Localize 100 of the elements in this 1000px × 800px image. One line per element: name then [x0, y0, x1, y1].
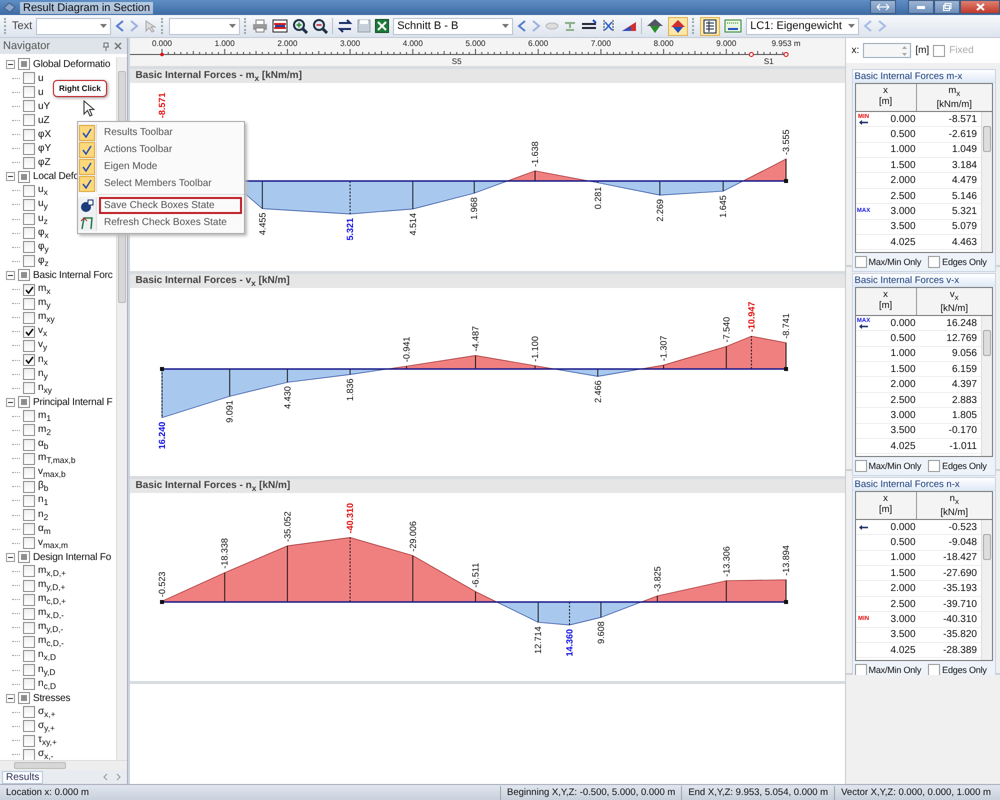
checkbox[interactable]	[928, 664, 940, 676]
checkbox[interactable]	[23, 72, 35, 84]
tree-item[interactable]: Basic Internal Forc	[33, 270, 113, 281]
menu-item[interactable]: Select Members Toolbar	[99, 175, 242, 192]
collapse-icon[interactable]	[6, 552, 15, 562]
graphic-icon[interactable]	[272, 19, 288, 33]
checkbox[interactable]	[23, 594, 35, 606]
checkbox[interactable]	[23, 622, 35, 634]
tree-item[interactable]: n$_{c,D}$	[38, 678, 56, 691]
tree-item[interactable]: φY	[38, 143, 52, 154]
tree-item[interactable]: m$_{xy}$	[38, 311, 55, 324]
checkbox[interactable]	[23, 537, 35, 550]
tree-item[interactable]: m$_{y,D,-}$	[38, 621, 64, 634]
tree-item[interactable]: σ$_{y,+}$	[38, 720, 55, 733]
checkbox[interactable]	[23, 608, 35, 620]
checkbox[interactable]	[23, 382, 35, 394]
menu-item[interactable]: Save Check Boxes State	[99, 197, 242, 214]
scrollbar[interactable]	[981, 112, 992, 252]
tree-item[interactable]: m$_{x,D,-}$	[38, 607, 64, 620]
checkbox[interactable]	[23, 156, 35, 169]
tab-arrows-icon[interactable]	[102, 773, 121, 781]
menu-item[interactable]: Refresh Check Boxes State	[99, 214, 242, 231]
tree-item[interactable]: Stresses	[33, 692, 70, 704]
tree-item[interactable]: σ$_{x,-}$	[38, 748, 54, 760]
tree-item[interactable]: m$_{T,max,b}$	[38, 452, 76, 466]
checkbox[interactable]	[854, 460, 867, 472]
checkbox[interactable]	[23, 466, 35, 479]
minimize-button[interactable]	[908, 0, 934, 14]
tree-item[interactable]: β$_{b}$	[38, 480, 48, 494]
eye-icon[interactable]	[545, 20, 560, 32]
next-icon[interactable]	[129, 20, 140, 32]
tree-item[interactable]: n$_{y}$	[38, 368, 48, 381]
tree-item[interactable]: m$_{y,D,+}$	[38, 579, 66, 592]
tree-item[interactable]: φ$_{x}$	[38, 226, 49, 240]
resize-button[interactable]	[870, 0, 896, 14]
tree-item[interactable]: v$_{y}$	[38, 339, 48, 352]
text-combo[interactable]	[36, 18, 112, 34]
tree-item[interactable]: u	[38, 86, 44, 98]
tree-item[interactable]: Principal Internal F	[33, 396, 112, 408]
checkbox[interactable]	[23, 213, 35, 226]
checkbox[interactable]	[23, 354, 35, 366]
tree-item[interactable]: uZ	[38, 114, 50, 126]
tree-item[interactable]: φ$_{z}$	[38, 254, 49, 268]
tree-item[interactable]: n$_{1}$	[38, 494, 48, 508]
tree-item[interactable]: n$_{x,D}$	[38, 649, 56, 662]
tree-item[interactable]: m$_{y}$	[38, 297, 51, 310]
checkbox[interactable]	[23, 706, 35, 718]
close-icon[interactable]	[114, 42, 122, 50]
checkbox[interactable]	[933, 44, 946, 56]
checkbox[interactable]	[23, 664, 35, 676]
tree-item[interactable]: u	[38, 72, 44, 84]
tree-item[interactable]: φ$_{y}$	[38, 240, 49, 254]
checkbox[interactable]	[23, 100, 35, 112]
checkbox[interactable]	[23, 284, 35, 296]
tree-item[interactable]: τ$_{xy,+}$	[38, 734, 57, 748]
tree-item[interactable]: m$_{x,D,+}$	[38, 564, 66, 578]
checkbox[interactable]	[23, 438, 35, 451]
checkbox[interactable]	[23, 565, 35, 578]
checkbox[interactable]	[23, 678, 35, 690]
previous-icon[interactable]	[517, 20, 528, 32]
combo-box[interactable]	[169, 18, 240, 34]
tree-item[interactable]: m$_{c,D,+}$	[38, 593, 66, 606]
structure-icon[interactable]	[646, 18, 664, 34]
checkbox[interactable]	[23, 198, 35, 211]
support-icon[interactable]	[563, 20, 578, 32]
collapse-icon[interactable]	[6, 60, 15, 69]
checkbox[interactable]	[18, 58, 30, 70]
checkbox[interactable]	[23, 114, 35, 126]
results-tab[interactable]: Results	[2, 770, 44, 784]
checkbox[interactable]	[23, 580, 35, 592]
tree-item[interactable]: uY	[38, 100, 50, 112]
pin-icon[interactable]	[102, 42, 110, 50]
checkbox[interactable]	[23, 142, 35, 155]
scrollbar[interactable]	[981, 520, 992, 660]
tree-item[interactable]: n$_{2}$	[38, 508, 48, 522]
menu-item[interactable]: Actions Toolbar	[99, 141, 242, 158]
collapse-icon[interactable]	[6, 172, 15, 182]
scrollbar[interactable]	[0, 760, 127, 770]
checkbox[interactable]	[23, 494, 35, 507]
checkbox[interactable]	[23, 509, 35, 522]
swap-icon[interactable]	[337, 19, 354, 33]
checkbox[interactable]	[23, 326, 35, 338]
checkbox[interactable]	[23, 241, 35, 254]
checkbox[interactable]	[854, 256, 867, 268]
tree-item[interactable]: u$_{z}$	[38, 212, 48, 226]
menu-item[interactable]: Eigen Mode	[99, 158, 242, 175]
tree-item[interactable]: v$_{max,m}$	[38, 536, 68, 550]
tree-item[interactable]: φX	[38, 129, 52, 140]
checkbox[interactable]	[18, 551, 30, 564]
menu-item[interactable]: Results Toolbar	[99, 124, 242, 141]
checkbox[interactable]	[23, 368, 35, 380]
checkbox[interactable]	[23, 523, 35, 536]
tree-item[interactable]: α$_{m}$	[38, 522, 51, 536]
checkbox[interactable]	[18, 692, 30, 704]
tree-item[interactable]: Design Internal Fo	[33, 552, 112, 563]
tree-item[interactable]: n$_{xy}$	[38, 382, 52, 395]
structure-button[interactable]	[668, 16, 688, 36]
checkbox[interactable]	[23, 424, 35, 436]
pointer-icon[interactable]	[143, 19, 158, 33]
tree-item[interactable]: u$_{x}$	[38, 184, 48, 198]
